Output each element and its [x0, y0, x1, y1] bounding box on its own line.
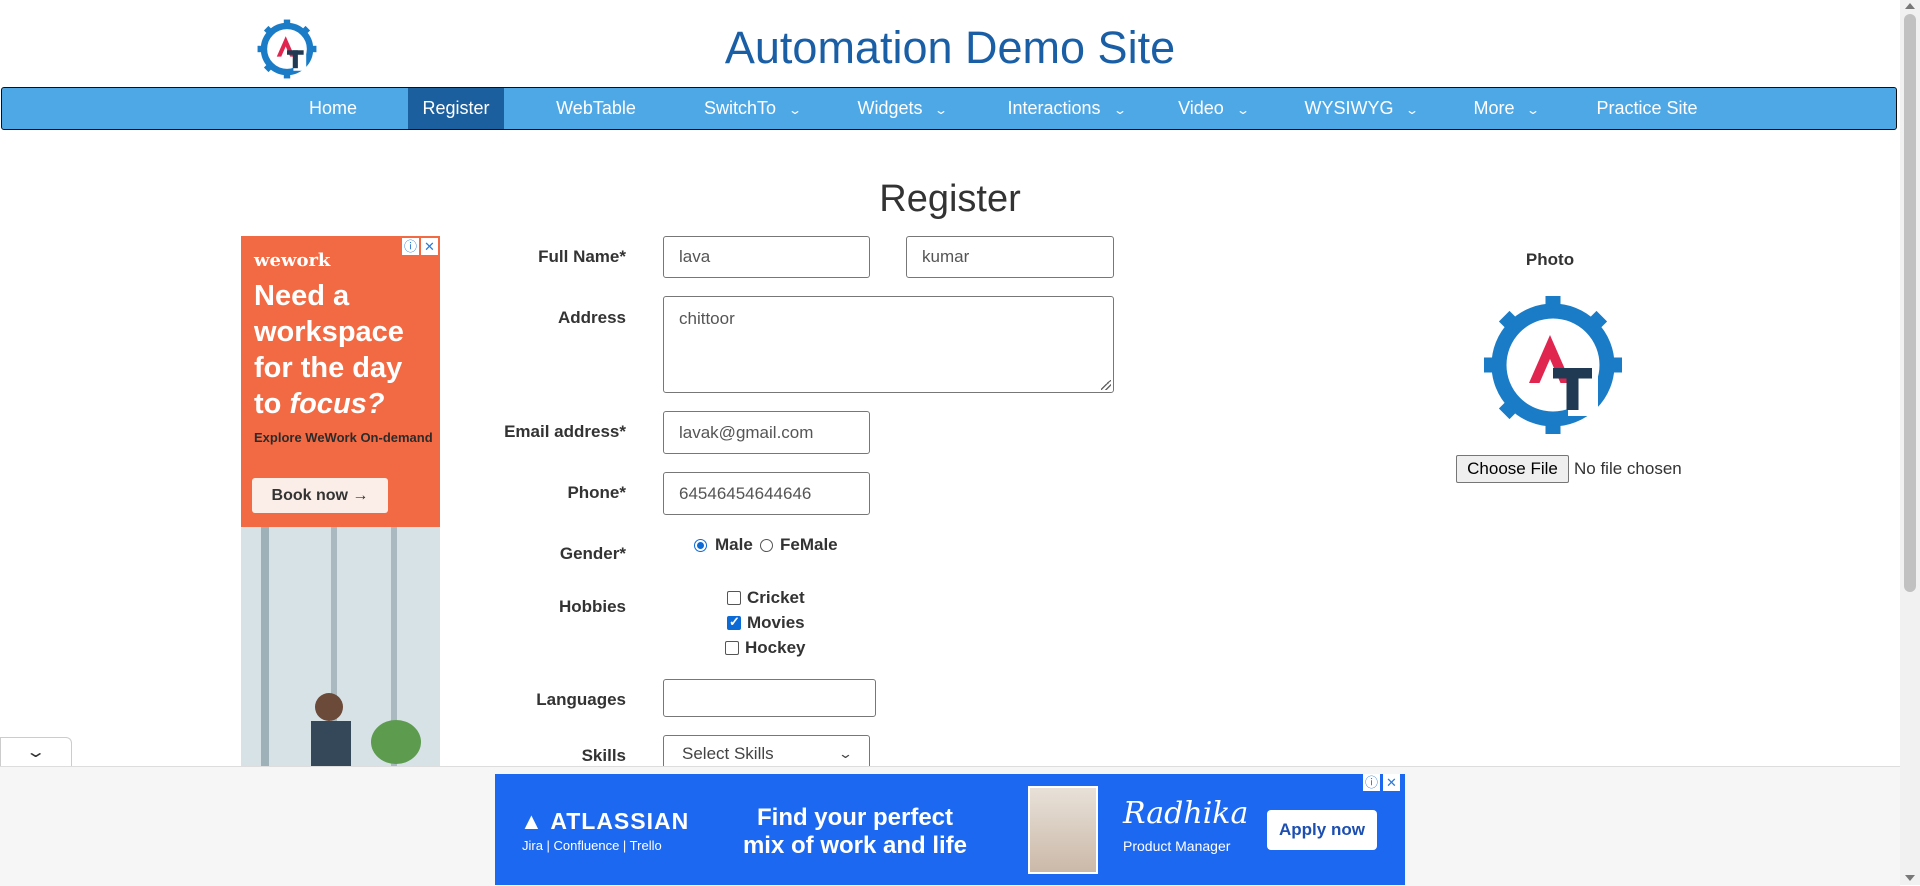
- languages-input[interactable]: [663, 679, 876, 717]
- ad-atlassian-photo: [1028, 786, 1098, 874]
- address-textarea[interactable]: chittoor: [663, 296, 1114, 393]
- photo-preview: [1478, 290, 1628, 440]
- gender-female-radio[interactable]: [760, 539, 773, 552]
- nav-switchto-label: SwitchTo: [703, 98, 776, 118]
- gender-male-label: Male: [715, 535, 753, 554]
- nav-webtable[interactable]: WebTable: [542, 88, 650, 129]
- page-title: Register: [879, 178, 1021, 220]
- chevron-down-icon: ⌄: [934, 103, 949, 117]
- ad-atlassian-products: Jira | Confluence | Trello: [522, 838, 662, 853]
- nav-register[interactable]: Register: [408, 88, 504, 129]
- resize-handle-icon[interactable]: [1101, 380, 1111, 390]
- ad-info-icon[interactable]: ⓘ: [1363, 774, 1380, 791]
- address-label: Address: [557, 308, 626, 327]
- skills-label: Skills: [581, 746, 626, 765]
- ad-atlassian-headline: Find your perfect mix of work and life: [742, 804, 968, 859]
- email-input[interactable]: lavak@gmail.com: [663, 411, 870, 454]
- full-name-label: Full Name*: [538, 247, 626, 266]
- nav-wysiwyg-label: WYSIWYG: [1304, 98, 1394, 118]
- scrollbar-thumb[interactable]: [1904, 14, 1916, 592]
- ad-atlassian-role: Product Manager: [1123, 838, 1231, 854]
- gender-male-radio[interactable]: [694, 539, 707, 552]
- file-status-text: No file chosen: [1574, 459, 1682, 478]
- hobby-hockey-label: Hockey: [745, 638, 806, 657]
- hobby-cricket-label: Cricket: [747, 588, 805, 607]
- gender-female-label: FeMale: [780, 535, 838, 554]
- nav-practice-site[interactable]: Practice Site: [1592, 88, 1702, 129]
- scroll-up-icon[interactable]: [1905, 3, 1915, 9]
- first-name-input[interactable]: lava: [663, 236, 870, 278]
- nav-interactions-label: Interactions: [1007, 98, 1101, 118]
- nav-register-label: Register: [422, 98, 490, 118]
- ad-atlassian[interactable]: ▲ ATLASSIAN Jira | Confluence | Trello F…: [495, 774, 1405, 885]
- ad-info-icon[interactable]: ⓘ: [402, 238, 419, 255]
- ad-wework-headline: Need a workspace for the day to focus?: [254, 278, 434, 422]
- nav-widgets-label: Widgets: [857, 98, 923, 118]
- nav-video[interactable]: Video ⌄: [1168, 88, 1258, 129]
- ad-wework-subtitle: Explore WeWork On-demand: [254, 430, 433, 445]
- scroll-down-icon[interactable]: [1905, 875, 1915, 881]
- phone-label: Phone*: [567, 483, 626, 502]
- choose-file-button[interactable]: Choose File: [1456, 455, 1569, 483]
- ad-atlassian-brand-text: ATLASSIAN: [550, 808, 690, 834]
- chevron-down-icon: ⌄: [24, 744, 47, 761]
- last-name-input[interactable]: kumar: [906, 236, 1114, 278]
- ad-wework-brand: wework: [254, 250, 331, 271]
- ad-atlassian-name: Radhika: [1123, 796, 1249, 831]
- nav-switchto[interactable]: SwitchTo ⌄: [692, 88, 812, 129]
- hobby-movies-label: Movies: [747, 613, 805, 632]
- ad-close-icon[interactable]: ✕: [1383, 774, 1400, 791]
- ad-atlassian-brand: ▲ ATLASSIAN: [520, 808, 690, 834]
- ad-book-now-button[interactable]: Book now →: [252, 478, 388, 513]
- email-label: Email address*: [504, 422, 626, 441]
- nav-home-label: Home: [308, 98, 357, 118]
- nav-video-label: Video: [1178, 98, 1224, 118]
- ad-apply-now-button[interactable]: Apply now: [1267, 810, 1377, 850]
- chevron-down-icon: ⌄: [787, 103, 803, 117]
- address-value: chittoor: [679, 309, 735, 328]
- page-scrollbar[interactable]: [1900, 0, 1920, 885]
- nav-practice-site-label: Practice Site: [1596, 98, 1698, 118]
- languages-label: Languages: [536, 690, 626, 709]
- hobby-cricket-checkbox[interactable]: [727, 591, 741, 605]
- nav-wysiwyg[interactable]: WYSIWYG ⌄: [1296, 88, 1426, 129]
- chevron-down-icon: ⌄: [1526, 103, 1541, 117]
- site-title: Automation Demo Site: [724, 22, 1176, 73]
- chevron-down-icon: ⌄: [837, 746, 854, 761]
- phone-input[interactable]: 64546454644646: [663, 472, 870, 515]
- ad-wework-photo: [241, 527, 440, 766]
- gear-icon: [1484, 296, 1622, 434]
- ad-wework-panel: wework Need a workspace for the day to f…: [241, 236, 440, 527]
- hobby-hockey-checkbox[interactable]: [725, 641, 739, 655]
- nav-home[interactable]: Home: [294, 88, 372, 129]
- main-navbar: Home Register WebTable SwitchTo ⌄ Widgets…: [1, 87, 1897, 130]
- skills-select-value: Select Skills: [682, 744, 774, 763]
- nav-more[interactable]: More ⌄: [1464, 88, 1548, 129]
- ad-headline-italic: focus?: [289, 388, 385, 420]
- chevron-down-icon: ⌄: [1405, 103, 1420, 117]
- chevron-down-icon: ⌄: [1112, 103, 1127, 117]
- hobby-movies-checkbox[interactable]: [727, 614, 741, 630]
- photo-label: Photo: [1525, 250, 1575, 269]
- ad-wework[interactable]: wework Need a workspace for the day to f…: [241, 236, 440, 766]
- nav-webtable-label: WebTable: [556, 98, 636, 118]
- chevron-down-icon: ⌄: [1235, 103, 1250, 117]
- nav-interactions[interactable]: Interactions ⌄: [996, 88, 1136, 129]
- gender-label: Gender*: [559, 544, 626, 563]
- nav-more-label: More: [1473, 98, 1515, 118]
- nav-widgets[interactable]: Widgets ⌄: [847, 88, 957, 129]
- ad-collapse-tab[interactable]: ⌄: [0, 737, 72, 767]
- hobbies-label: Hobbies: [558, 597, 626, 616]
